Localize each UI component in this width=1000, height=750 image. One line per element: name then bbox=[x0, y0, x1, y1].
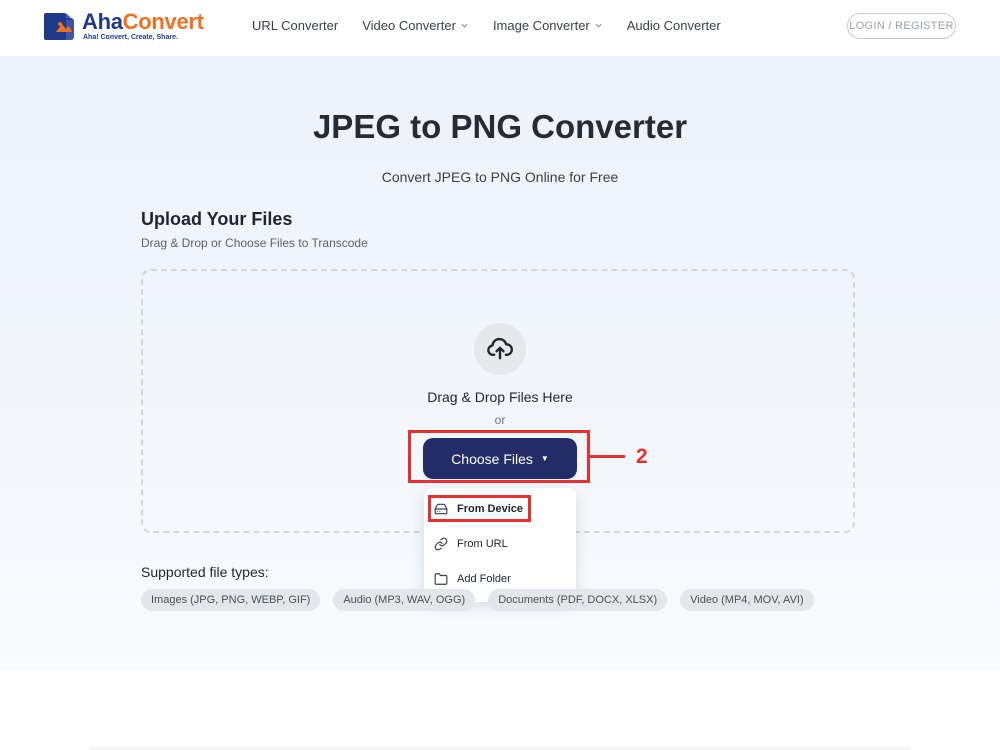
supported-types-list: Images (JPG, PNG, WEBP, GIF) Audio (MP3,… bbox=[141, 589, 827, 611]
supported-types-label: Supported file types: bbox=[141, 564, 269, 580]
menu-item-from-url[interactable]: From URL bbox=[434, 532, 508, 556]
brand-name: AhaConvert bbox=[82, 10, 204, 34]
nav-label: Video Converter bbox=[362, 18, 456, 33]
upload-subheading: Drag & Drop or Choose Files to Transcode bbox=[141, 236, 368, 250]
section-divider-shadow bbox=[90, 744, 910, 750]
nav-label: URL Converter bbox=[252, 18, 339, 33]
nav-label: Audio Converter bbox=[626, 18, 721, 33]
brand-name-part1: Aha bbox=[82, 9, 123, 34]
nav-audio-converter[interactable]: Audio Converter bbox=[627, 18, 721, 33]
upload-heading: Upload Your Files bbox=[141, 209, 293, 229]
upload-icon-circle bbox=[474, 323, 526, 375]
file-type-chip: Documents (PDF, DOCX, XLSX) bbox=[488, 589, 668, 611]
annotation-step-number: 2 bbox=[636, 445, 648, 468]
nav-url-converter[interactable]: URL Converter bbox=[252, 18, 338, 33]
annotation-highlight-choose-files bbox=[408, 430, 590, 483]
brand-tagline: Aha! Convert, Create, Share. bbox=[83, 34, 178, 41]
menu-item-label: Add Folder bbox=[457, 573, 511, 585]
menu-item-add-folder[interactable]: Add Folder bbox=[434, 567, 511, 591]
logo-mark-icon bbox=[44, 13, 74, 40]
page-title: JPEG to PNG Converter bbox=[312, 108, 688, 145]
nav-label: Image Converter bbox=[492, 18, 590, 33]
file-type-chip: Audio (MP3, WAV, OGG) bbox=[333, 589, 476, 611]
cloud-upload-icon bbox=[487, 337, 513, 360]
folder-icon bbox=[434, 573, 448, 585]
main-nav: URL Converter Video Converter Image Conv… bbox=[252, 18, 745, 33]
logo[interactable]: AhaConvert Aha! Convert, Create, Share. bbox=[42, 9, 222, 45]
file-type-chip: Video (MP4, MOV, AVI) bbox=[680, 589, 814, 611]
link-icon bbox=[434, 537, 448, 551]
annotation-callout-line bbox=[590, 455, 625, 458]
login-register-button[interactable]: LOGIN / REGISTER bbox=[847, 13, 956, 39]
annotation-highlight-from-device bbox=[428, 495, 531, 522]
nav-image-converter[interactable]: Image Converter bbox=[493, 18, 603, 33]
brand-name-part2: Convert bbox=[122, 9, 204, 34]
menu-item-label: From URL bbox=[457, 538, 508, 550]
chevron-down-icon bbox=[461, 23, 468, 28]
page-subtitle: Convert JPEG to PNG Online for Free bbox=[381, 169, 619, 185]
chevron-down-icon bbox=[595, 23, 602, 28]
or-separator: or bbox=[494, 413, 506, 427]
nav-video-converter[interactable]: Video Converter bbox=[362, 18, 469, 33]
file-type-chip: Images (JPG, PNG, WEBP, GIF) bbox=[141, 589, 321, 611]
drop-instruction: Drag & Drop Files Here bbox=[427, 389, 573, 405]
site-header: AhaConvert Aha! Convert, Create, Share. … bbox=[0, 0, 1000, 57]
